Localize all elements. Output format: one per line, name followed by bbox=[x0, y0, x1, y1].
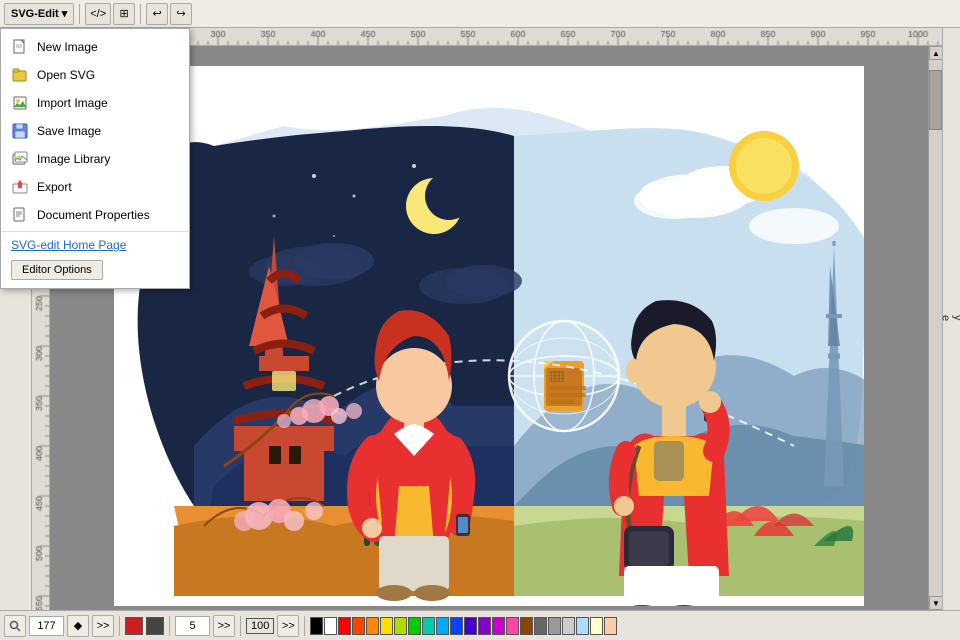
palette-peach[interactable] bbox=[604, 617, 617, 635]
zoom-arrows-button[interactable]: >> bbox=[92, 615, 114, 637]
zoom-percent-arrows[interactable]: >> bbox=[277, 615, 299, 637]
palette-cyan[interactable] bbox=[436, 617, 449, 635]
source-icon: </> bbox=[90, 8, 106, 20]
ruler-top bbox=[68, 28, 942, 46]
dropdown-menu: New Image Open SVG Import Image Save Ima… bbox=[0, 28, 190, 289]
palette-purple[interactable] bbox=[478, 617, 491, 635]
palette-teal[interactable] bbox=[422, 617, 435, 635]
menu-item-save-image[interactable]: Save Image bbox=[1, 117, 189, 145]
palette-blue[interactable] bbox=[450, 617, 463, 635]
scroll-track-vertical[interactable] bbox=[929, 60, 942, 596]
separator-2 bbox=[169, 616, 170, 636]
new-image-icon bbox=[11, 38, 29, 56]
image-library-icon bbox=[11, 150, 29, 168]
scroll-up-arrow[interactable]: ▲ bbox=[929, 46, 942, 60]
right-scrollbar[interactable]: ▲ ▼ bbox=[928, 46, 942, 610]
svg-edit-label: SVG-Edit ▾ bbox=[11, 7, 67, 20]
toolbar-separator-1 bbox=[79, 4, 80, 24]
separator-3 bbox=[240, 616, 241, 636]
stroke-size-input[interactable] bbox=[175, 616, 210, 636]
zoom-display: 100 bbox=[246, 618, 274, 634]
scroll-down-arrow[interactable]: ▼ bbox=[929, 596, 942, 610]
palette-dark-gray[interactable] bbox=[534, 617, 547, 635]
color-palette bbox=[310, 617, 617, 635]
palette-cream[interactable] bbox=[590, 617, 603, 635]
document-properties-icon bbox=[11, 206, 29, 224]
fill-color[interactable] bbox=[146, 617, 164, 635]
menu-item-document-properties[interactable]: Document Properties bbox=[1, 201, 189, 229]
stroke-size-arrows[interactable]: >> bbox=[213, 615, 235, 637]
palette-red[interactable] bbox=[338, 617, 351, 635]
zoom-percent-label: 100 bbox=[248, 620, 272, 632]
menu-item-export[interactable]: Export bbox=[1, 173, 189, 201]
save-icon bbox=[11, 122, 29, 140]
palette-light-gray[interactable] bbox=[562, 617, 575, 635]
palette-yellow[interactable] bbox=[380, 617, 393, 635]
toolbar-separator-2 bbox=[140, 4, 141, 24]
undo-button[interactable]: ↩ bbox=[146, 3, 168, 25]
export-icon bbox=[11, 178, 29, 196]
zoom-out-button[interactable] bbox=[4, 615, 26, 637]
palette-white[interactable] bbox=[324, 617, 337, 635]
menu-import-label: Import Image bbox=[37, 96, 108, 110]
wireframe-button[interactable]: ⊞ bbox=[113, 3, 135, 25]
zoom-unit-button[interactable]: ◆ bbox=[67, 615, 89, 637]
bottom-toolbar: ◆ >> >> 100 >> bbox=[0, 610, 960, 640]
scroll-thumb-vertical[interactable] bbox=[929, 70, 942, 130]
menu-new-image-label: New Image bbox=[37, 40, 98, 54]
menu-item-new-image[interactable]: New Image bbox=[1, 33, 189, 61]
menu-image-library-label: Image Library bbox=[37, 152, 110, 166]
zoom-value-input[interactable] bbox=[29, 616, 64, 636]
palette-black[interactable] bbox=[310, 617, 323, 635]
stroke-color[interactable] bbox=[125, 617, 143, 635]
layers-panel[interactable]: Layers bbox=[942, 28, 960, 610]
palette-brown[interactable] bbox=[520, 617, 533, 635]
import-icon bbox=[11, 94, 29, 112]
palette-indigo[interactable] bbox=[464, 617, 477, 635]
menu-export-label: Export bbox=[37, 180, 72, 194]
menu-item-image-library[interactable]: Image Library bbox=[1, 145, 189, 173]
palette-orange-red[interactable] bbox=[352, 617, 365, 635]
menu-item-import-image[interactable]: Import Image bbox=[1, 89, 189, 117]
menu-save-label: Save Image bbox=[37, 124, 101, 138]
main-illustration bbox=[114, 66, 864, 606]
editor-options-button[interactable]: Editor Options bbox=[11, 260, 103, 280]
menu-open-svg-label: Open SVG bbox=[37, 68, 95, 82]
palette-orange[interactable] bbox=[366, 617, 379, 635]
separator-4 bbox=[304, 616, 305, 636]
palette-pink[interactable] bbox=[506, 617, 519, 635]
svg-edit-home-link[interactable]: SVG-edit Home Page bbox=[1, 234, 189, 256]
separator-1 bbox=[119, 616, 120, 636]
svg-edit-menu-button[interactable]: SVG-Edit ▾ bbox=[4, 3, 74, 25]
grid-icon: ⊞ bbox=[120, 7, 129, 20]
menu-item-open-svg[interactable]: Open SVG bbox=[1, 61, 189, 89]
top-toolbar: SVG-Edit ▾ </> ⊞ ↩ ↪ bbox=[0, 0, 960, 28]
menu-doc-properties-label: Document Properties bbox=[37, 208, 150, 222]
palette-gray[interactable] bbox=[548, 617, 561, 635]
canvas-background bbox=[114, 66, 864, 606]
palette-green[interactable] bbox=[408, 617, 421, 635]
source-code-button[interactable]: </> bbox=[85, 3, 111, 25]
open-svg-icon bbox=[11, 66, 29, 84]
ruler-top-canvas bbox=[68, 28, 942, 46]
palette-yellow-green[interactable] bbox=[394, 617, 407, 635]
palette-magenta[interactable] bbox=[492, 617, 505, 635]
redo-icon: ↪ bbox=[177, 7, 186, 20]
palette-light-blue[interactable] bbox=[576, 617, 589, 635]
undo-icon: ↩ bbox=[153, 7, 162, 20]
menu-divider bbox=[1, 231, 189, 232]
redo-button[interactable]: ↪ bbox=[170, 3, 192, 25]
